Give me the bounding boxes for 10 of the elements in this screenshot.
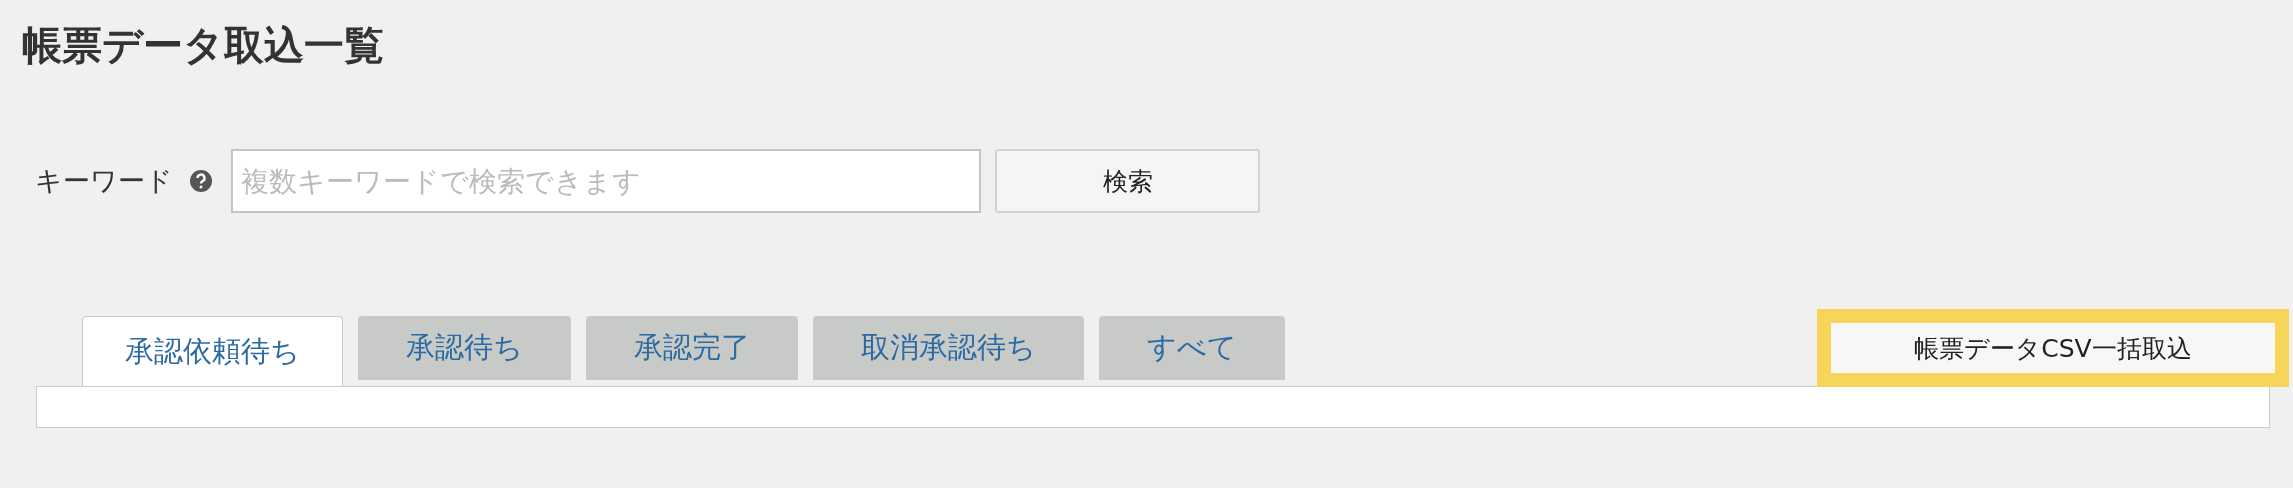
- tab[interactable]: 承認完了: [586, 316, 798, 380]
- keyword-input-field[interactable]: 複数キーワードで検索できます: [231, 149, 981, 213]
- tab[interactable]: すべて: [1099, 316, 1285, 380]
- help-icon[interactable]: [189, 169, 213, 193]
- tab[interactable]: 承認待ち: [358, 316, 571, 380]
- tab[interactable]: 取消承認待ち: [813, 316, 1084, 380]
- keyword-label: キーワード: [35, 164, 173, 198]
- tab[interactable]: 承認依頼待ち: [82, 316, 343, 386]
- page-title: 帳票データ取込一覧: [22, 22, 385, 68]
- search-button[interactable]: 検索: [995, 149, 1260, 213]
